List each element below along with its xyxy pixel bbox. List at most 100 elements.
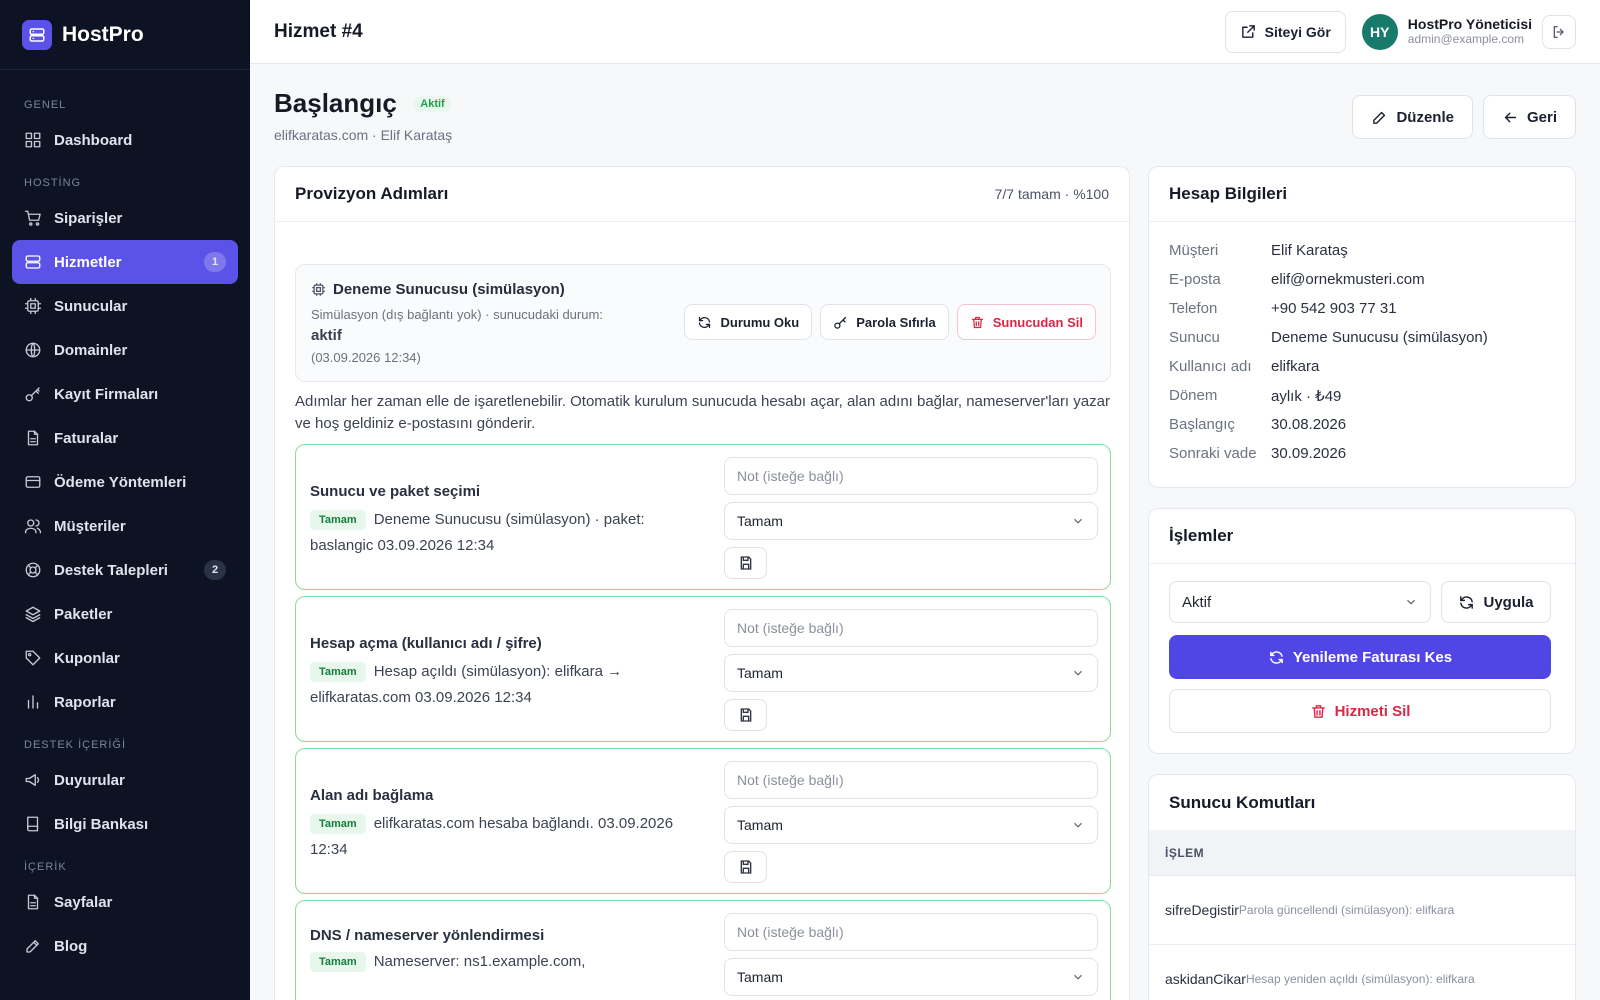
- cpu-icon: [312, 283, 325, 296]
- chevron-down-icon: [1074, 974, 1082, 980]
- nav-section-genel: GENEL: [24, 99, 67, 111]
- topbar: Hizmet #4 Siteyi Gör HY HostPro Yönetici…: [250, 0, 1600, 64]
- file-icon: [27, 430, 39, 446]
- delete-from-server-button[interactable]: Sunucudan Sil: [956, 304, 1096, 340]
- sidebar-item-domains[interactable]: Domainler: [12, 328, 238, 372]
- sidebar-item-servers[interactable]: Sunucular: [12, 284, 238, 328]
- edit-icon: [1373, 111, 1386, 124]
- info-label: Sonraki vade: [1169, 445, 1257, 462]
- step-note-input[interactable]: Not (isteğe bağlı): [724, 609, 1098, 647]
- service-status-select[interactable]: Aktif: [1169, 581, 1431, 623]
- step-save-button[interactable]: [724, 851, 767, 883]
- sidebar-item-registrars[interactable]: Kayıt Firmaları: [12, 372, 238, 416]
- step-status-value: Tamam: [737, 817, 783, 833]
- info-label: Telefon: [1169, 300, 1218, 317]
- server-state: aktif: [311, 327, 342, 344]
- table-row: sifreDegistir Parola güncellendi (simüla…: [1149, 876, 1575, 945]
- logout-button[interactable]: [1542, 14, 1576, 49]
- server-title: Deneme Sunucusu (simülasyon): [311, 281, 565, 298]
- back-button[interactable]: Geri: [1482, 95, 1576, 139]
- commands-header: Sunucu Komutları: [1149, 775, 1575, 830]
- lifebuoy-icon: [25, 562, 41, 578]
- step-status-tag: Tamam: [310, 952, 366, 972]
- read-status-button[interactable]: Durumu Oku: [684, 304, 813, 340]
- refresh-icon: [1460, 595, 1474, 609]
- table-row: askidanCikar Hesap yeniden açıldı (simül…: [1149, 945, 1575, 1000]
- view-site-label: Siteyi Gör: [1264, 23, 1331, 40]
- delete-service-button[interactable]: Hizmeti Sil: [1169, 689, 1551, 733]
- step-status-select[interactable]: Tamam: [724, 502, 1098, 540]
- sidebar-item-pages[interactable]: Sayfalar: [12, 880, 238, 924]
- step-save-button[interactable]: [724, 699, 767, 731]
- step-note-input[interactable]: Not (isteğe bağlı): [724, 913, 1098, 951]
- key-icon: [25, 387, 40, 402]
- edit-button[interactable]: Düzenle: [1352, 95, 1473, 139]
- operations-card: İşlemler Aktif Uygula Yenileme Faturası …: [1148, 508, 1576, 754]
- server-commands-card: Sunucu Komutları İŞLEM sifreDegistir Par…: [1148, 774, 1576, 1000]
- status-badge: Aktif: [413, 95, 452, 112]
- page-header: Başlangıç Aktif elifkaratas.com · Elif K…: [274, 88, 452, 143]
- sidebar-item-dashboard[interactable]: Dashboard: [12, 118, 238, 162]
- info-label: E-posta: [1169, 271, 1221, 288]
- users-icon: [24, 519, 42, 534]
- command-message: Hesap yeniden açıldı (simülasyon): elifk…: [1245, 972, 1475, 986]
- view-site-button[interactable]: Siteyi Gör: [1224, 10, 1346, 53]
- step-detail: Tamam Nameserver: ns1.example.com,: [310, 949, 695, 975]
- save-icon: [740, 556, 751, 570]
- sidebar-item-blog[interactable]: Blog: [12, 924, 238, 968]
- step-status-select[interactable]: Tamam: [724, 654, 1098, 692]
- cart-icon: [24, 210, 41, 226]
- step-status-select[interactable]: Tamam: [724, 958, 1098, 996]
- reset-password-button[interactable]: Parola Sıfırla: [820, 304, 949, 340]
- step-name: DNS / nameserver yönlendirmesi: [310, 927, 545, 944]
- sidebar-item-announcements[interactable]: Duyurular: [12, 758, 238, 802]
- sidebar-item-payment-methods[interactable]: Ödeme Yöntemleri: [12, 460, 238, 504]
- brand[interactable]: HostPro: [0, 0, 250, 70]
- server-title-text: Deneme Sunucusu (simülasyon): [333, 281, 565, 298]
- step-status-tag: Tamam: [310, 510, 366, 530]
- provision-note: Adımlar her zaman elle de işaretlenebili…: [295, 393, 1110, 432]
- sidebar-item-knowledge-base[interactable]: Bilgi Bankası: [12, 802, 238, 846]
- account-info-card: Hesap Bilgileri Müşteri Elif Karataş E-po…: [1148, 166, 1576, 488]
- sidebar-item-orders[interactable]: Siparişler: [12, 196, 238, 240]
- cpu-icon: [24, 297, 42, 315]
- sidebar-item-label: Duyurular: [54, 771, 125, 789]
- count-badge: 2: [204, 560, 226, 580]
- step-note-input[interactable]: Not (isteğe bağlı): [724, 761, 1098, 799]
- sidebar-item-label: Siparişler: [54, 209, 123, 227]
- apply-button[interactable]: Uygula: [1441, 581, 1551, 623]
- sidebar-item-services[interactable]: Hizmetler 1: [12, 240, 238, 284]
- account-header: Hesap Bilgileri: [1149, 167, 1575, 222]
- file-icon: [27, 894, 39, 910]
- arrow-left-icon: [1504, 112, 1517, 122]
- renewal-invoice-button[interactable]: Yenileme Faturası Kes: [1169, 635, 1551, 679]
- sidebar-item-label: Domainler: [54, 341, 128, 359]
- provision-title: Provizyon Adımları: [295, 184, 449, 203]
- step-status-select[interactable]: Tamam: [724, 806, 1098, 844]
- sidebar-item-packages[interactable]: Paketler: [12, 592, 238, 636]
- step-detail-text: Nameserver: ns1.example.com,: [373, 953, 586, 970]
- sidebar-item-label: Sayfalar: [54, 893, 113, 911]
- sidebar-item-reports[interactable]: Raporlar: [12, 680, 238, 724]
- refresh-icon: [699, 316, 711, 328]
- sidebar-item-label: Hizmetler: [54, 253, 122, 271]
- tag-icon: [25, 650, 41, 666]
- step-save-button[interactable]: [724, 547, 767, 579]
- key-icon: [834, 316, 847, 329]
- sidebar-item-support-tickets[interactable]: Destek Talepleri 2: [12, 548, 238, 592]
- refresh-icon: [1270, 650, 1283, 664]
- sidebar-item-customers[interactable]: Müşteriler: [12, 504, 238, 548]
- sidebar-item-coupons[interactable]: Kuponlar: [12, 636, 238, 680]
- trash-icon: [1311, 704, 1325, 718]
- step-detail: Tamam elifkaratas.com hesaba bağlandı. 03…: [310, 811, 695, 863]
- step-note-input[interactable]: Not (isteğe bağlı): [724, 457, 1098, 495]
- sidebar-item-invoices[interactable]: Faturalar: [12, 416, 238, 460]
- sidebar-item-label: Paketler: [54, 605, 113, 623]
- info-value: Elif Karataş: [1271, 242, 1348, 259]
- avatar[interactable]: HY: [1361, 13, 1398, 50]
- save-icon: [740, 860, 751, 874]
- chart-icon: [27, 695, 39, 709]
- server-icon: [25, 255, 41, 269]
- count-badge: 1: [204, 252, 226, 272]
- info-value: 30.09.2026: [1271, 445, 1347, 462]
